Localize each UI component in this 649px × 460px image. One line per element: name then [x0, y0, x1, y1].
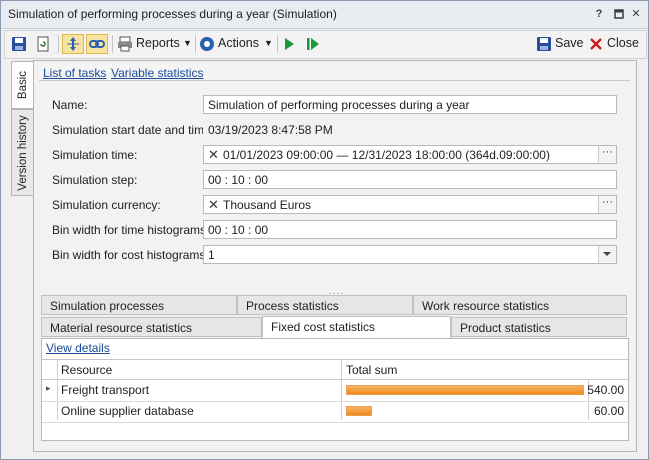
help-button[interactable]: ?: [592, 7, 606, 21]
tab-process-statistics[interactable]: Process statistics: [237, 295, 413, 315]
currency-label: Simulation currency:: [52, 198, 161, 212]
bin-cost-label: Bin width for cost histograms:: [52, 248, 209, 262]
tab-simulation-processes[interactable]: Simulation processes: [41, 295, 237, 315]
row-indicator-icon: ▸: [46, 383, 51, 393]
ellipsis-button[interactable]: ···: [598, 146, 616, 163]
step-field[interactable]: 00 : 10 : 00: [203, 170, 617, 189]
column-header-resource[interactable]: Resource: [61, 363, 112, 377]
reports-menu-button[interactable]: Reports ▼: [116, 34, 192, 54]
close-window-button[interactable]: ✕: [629, 7, 643, 21]
toolbar: Reports ▼ Actions ▼ Save Close: [4, 30, 647, 59]
start-field: 03/19/2023 8:47:58 PM: [203, 120, 617, 139]
currency-field[interactable]: ✕ Thousand Euros ···: [203, 195, 617, 214]
statistics-tabs: Simulation processes Process statistics …: [41, 295, 629, 441]
printer-icon: [118, 36, 132, 52]
chevron-down-icon: ▼: [183, 38, 192, 48]
fit-vertical-button[interactable]: [62, 34, 84, 54]
tab-fixed-cost-statistics[interactable]: Fixed cost statistics: [262, 316, 451, 338]
restore-icon: [614, 9, 624, 19]
run-button[interactable]: [282, 34, 298, 54]
basic-panel: List of tasks Variable statistics Name: …: [33, 60, 637, 452]
chevron-down-icon: [603, 252, 611, 256]
total-cell: 60.00: [593, 404, 624, 418]
resource-cell: Online supplier database: [61, 404, 194, 418]
ellipsis-button[interactable]: ···: [598, 196, 616, 213]
step-label: Simulation step:: [52, 173, 138, 187]
table-row[interactable]: Online supplier database 60.00: [42, 401, 628, 423]
start-label: Simulation start date and time:: [52, 123, 215, 137]
floppy-icon: [12, 37, 26, 51]
link-button[interactable]: [86, 34, 108, 54]
resource-cell: Freight transport: [61, 383, 150, 397]
close-label: Close: [607, 36, 639, 50]
dropdown-button[interactable]: [598, 246, 616, 263]
clear-icon[interactable]: ✕: [208, 147, 219, 163]
close-button[interactable]: Close: [588, 34, 640, 54]
fixed-cost-panel: View details Resource Total sum ▸ Freigh…: [41, 338, 629, 441]
restore-button[interactable]: [612, 7, 626, 21]
tab-material-resource-statistics[interactable]: Material resource statistics: [41, 317, 262, 337]
bin-time-label: Bin width for time histograms:: [52, 223, 210, 237]
run-step-button[interactable]: [305, 34, 321, 54]
grid-header: Resource Total sum: [42, 360, 628, 380]
list-of-tasks-link[interactable]: List of tasks: [43, 66, 106, 80]
total-bar: [346, 406, 372, 416]
total-bar: [346, 385, 584, 395]
actions-menu-button[interactable]: Actions ▼: [198, 34, 274, 54]
close-icon: [590, 38, 602, 50]
actions-label: Actions: [218, 36, 259, 50]
tab-version-history[interactable]: Version history: [11, 109, 35, 196]
floppy-icon: [537, 37, 551, 51]
title-bar: Simulation of performing processes durin…: [1, 1, 648, 29]
tab-work-resource-statistics[interactable]: Work resource statistics: [413, 295, 627, 315]
chevron-down-icon: ▼: [264, 38, 273, 48]
step-play-icon: [307, 38, 319, 50]
chain-link-icon: [89, 40, 105, 48]
tab-basic[interactable]: Basic: [11, 61, 34, 109]
save-icon-button[interactable]: [11, 34, 29, 54]
tab-product-statistics[interactable]: Product statistics: [451, 317, 627, 337]
document-refresh-icon: [37, 36, 49, 52]
clear-icon[interactable]: ✕: [208, 197, 219, 213]
view-details-link[interactable]: View details: [46, 341, 110, 355]
save-button[interactable]: Save: [536, 34, 584, 54]
vertical-arrows-icon: [67, 37, 79, 51]
time-field[interactable]: ✕ 01/01/2023 09:00:00 — 12/31/2023 18:00…: [203, 145, 617, 164]
refresh-document-button[interactable]: [35, 34, 53, 54]
time-label: Simulation time:: [52, 148, 138, 162]
simulation-window: Simulation of performing processes durin…: [0, 0, 649, 460]
name-field[interactable]: Simulation of performing processes durin…: [203, 95, 617, 114]
window-title: Simulation of performing processes durin…: [8, 7, 337, 21]
link-bar: List of tasks Variable statistics: [39, 64, 630, 81]
bin-time-field[interactable]: 00 : 10 : 00: [203, 220, 617, 239]
total-cell: 540.00: [587, 383, 624, 397]
column-header-total-sum[interactable]: Total sum: [346, 363, 397, 377]
variable-statistics-link[interactable]: Variable statistics: [111, 66, 203, 80]
bin-cost-select[interactable]: 1: [203, 245, 617, 264]
save-label: Save: [555, 36, 584, 50]
fixed-cost-grid: Resource Total sum ▸ Freight transport 5…: [42, 359, 628, 440]
reports-label: Reports: [136, 36, 180, 50]
table-row[interactable]: ▸ Freight transport 540.00: [42, 380, 628, 402]
gear-globe-icon: [200, 37, 214, 51]
name-label: Name:: [52, 98, 88, 112]
play-icon: [285, 38, 294, 50]
